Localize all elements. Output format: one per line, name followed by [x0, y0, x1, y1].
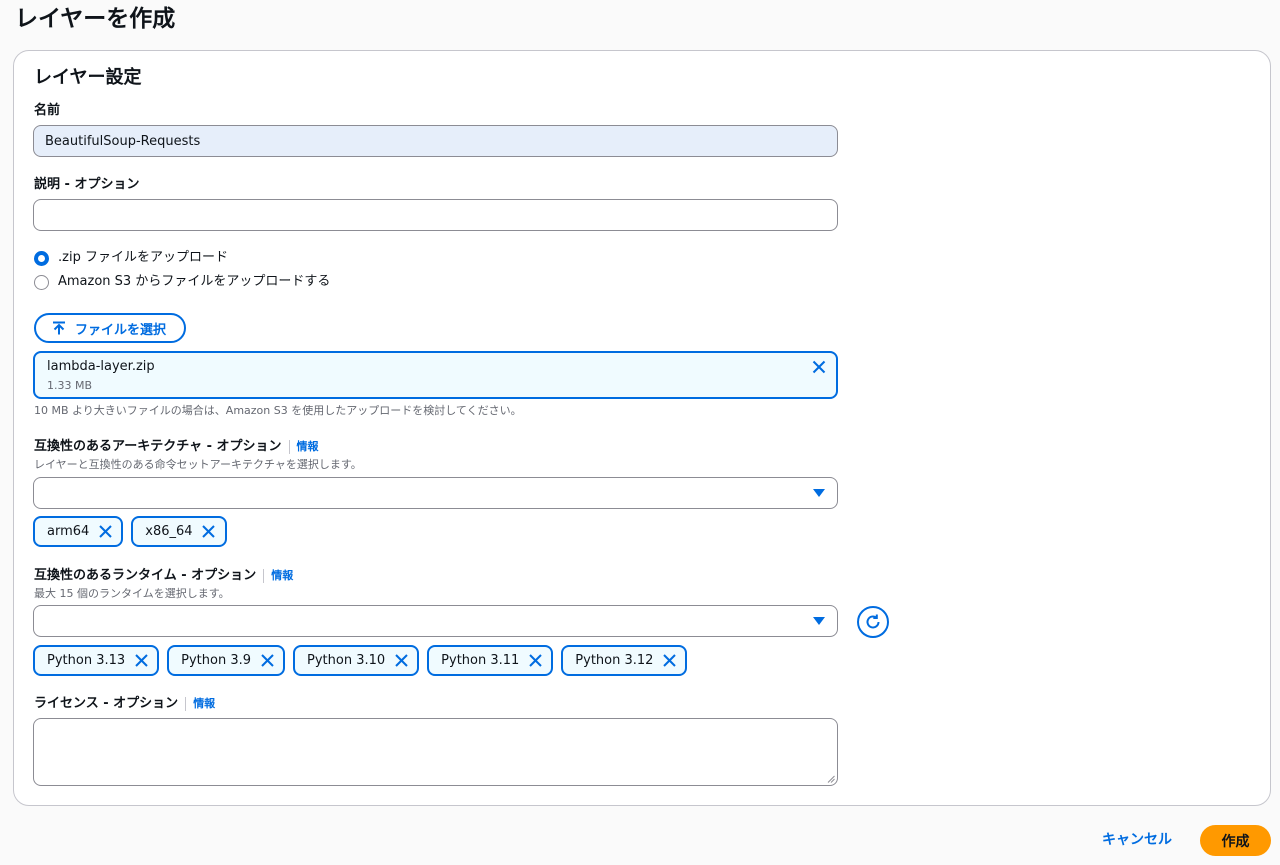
description-input[interactable]	[33, 199, 838, 231]
description-label: 説明 - オプション	[34, 176, 139, 194]
architecture-tokens: arm64 x86_64	[33, 516, 227, 547]
license-textarea-wrapper	[33, 718, 838, 786]
file-size-hint: 10 MB より大きいファイルの場合は、Amazon S3 を使用したアップロー…	[34, 404, 522, 417]
choose-file-label: ファイルを選択	[75, 322, 167, 338]
runtime-info-link[interactable]: 情報	[263, 569, 293, 583]
caret-down-icon	[813, 617, 825, 625]
token-label: Python 3.11	[441, 653, 520, 668]
radio-s3-label: Amazon S3 からファイルをアップロードする	[58, 274, 331, 289]
radio-s3-indicator[interactable]	[34, 274, 49, 290]
remove-token-button[interactable]	[393, 653, 409, 669]
file-name: lambda-layer.zip	[47, 359, 155, 374]
token-label: Python 3.9	[181, 653, 252, 668]
architecture-label-text: 互換性のあるアーキテクチャ - オプション	[34, 439, 282, 454]
upload-arrow-icon	[53, 321, 65, 335]
close-icon	[260, 654, 274, 667]
license-label: ライセンス - オプション 情報	[34, 695, 215, 713]
runtime-select[interactable]	[33, 605, 838, 637]
radio-upload-zip[interactable]: .zip ファイルをアップロード	[34, 247, 228, 269]
runtime-description: 最大 15 個のランタイムを選択します。	[34, 587, 230, 600]
architecture-info-link[interactable]: 情報	[288, 440, 319, 454]
token-label: Python 3.10	[307, 653, 386, 668]
token-python-3-10: Python 3.10	[293, 645, 420, 676]
token-x86-64: x86_64	[131, 516, 227, 547]
token-python-3-13: Python 3.13	[33, 645, 160, 676]
architecture-label: 互換性のあるアーキテクチャ - オプション 情報	[34, 438, 319, 456]
file-token: lambda-layer.zip 1.33 MB	[33, 351, 838, 399]
remove-token-button[interactable]	[97, 524, 113, 540]
remove-token-button[interactable]	[259, 653, 275, 669]
file-size: 1.33 MB	[47, 379, 93, 392]
close-icon	[529, 654, 542, 667]
runtime-tokens: Python 3.13 Python 3.9 Python 3.10 Pytho…	[33, 645, 688, 676]
token-python-3-11: Python 3.11	[427, 645, 554, 676]
refresh-icon	[866, 614, 880, 629]
close-icon	[663, 654, 676, 667]
description-label-text: 説明 - オプション	[34, 177, 140, 192]
license-label-text: ライセンス - オプション	[34, 696, 179, 711]
remove-token-button[interactable]	[527, 653, 543, 669]
radio-zip-indicator[interactable]	[34, 250, 49, 266]
token-label: Python 3.13	[47, 653, 126, 668]
choose-file-button[interactable]: ファイルを選択	[34, 313, 187, 343]
caret-down-icon	[813, 489, 825, 497]
name-input[interactable]	[33, 125, 838, 157]
close-icon	[99, 525, 112, 538]
token-label: x86_64	[145, 524, 193, 539]
token-label: Python 3.12	[575, 653, 654, 668]
token-python-3-9: Python 3.9	[167, 645, 286, 676]
runtime-label-text: 互換性のあるランタイム - オプション	[34, 568, 257, 583]
close-icon	[812, 360, 826, 374]
close-icon	[202, 525, 215, 538]
cancel-button[interactable]: キャンセル	[1102, 829, 1172, 851]
close-icon	[394, 654, 408, 667]
layer-settings-panel: レイヤー設定 名前 説明 - オプション .zip ファイルをアップロード Am…	[13, 50, 1271, 806]
license-info-link[interactable]: 情報	[185, 697, 215, 711]
runtime-label: 互換性のあるランタイム - オプション 情報	[34, 567, 293, 585]
architecture-description: レイヤーと互換性のある命令セットアーキテクチャを選択します。	[34, 458, 362, 471]
remove-token-button[interactable]	[201, 524, 217, 540]
license-textarea[interactable]	[33, 718, 838, 786]
token-label: arm64	[47, 524, 90, 539]
page-title: レイヤーを作成	[15, 6, 176, 32]
token-python-3-12: Python 3.12	[561, 645, 688, 676]
name-label-text: 名前	[34, 103, 61, 118]
token-arm64: arm64	[33, 516, 124, 547]
remove-file-button[interactable]	[810, 358, 828, 376]
resize-grip-icon[interactable]	[827, 775, 835, 783]
name-label: 名前	[34, 102, 60, 120]
remove-token-button[interactable]	[133, 653, 149, 669]
remove-token-button[interactable]	[661, 653, 677, 669]
radio-zip-label: .zip ファイルをアップロード	[58, 250, 228, 265]
radio-upload-s3[interactable]: Amazon S3 からファイルをアップロードする	[34, 271, 330, 293]
refresh-runtimes-button[interactable]	[857, 606, 889, 638]
architecture-select[interactable]	[33, 477, 838, 509]
close-icon	[134, 654, 148, 667]
create-button[interactable]: 作成	[1200, 825, 1271, 856]
section-title: レイヤー設定	[34, 67, 142, 88]
